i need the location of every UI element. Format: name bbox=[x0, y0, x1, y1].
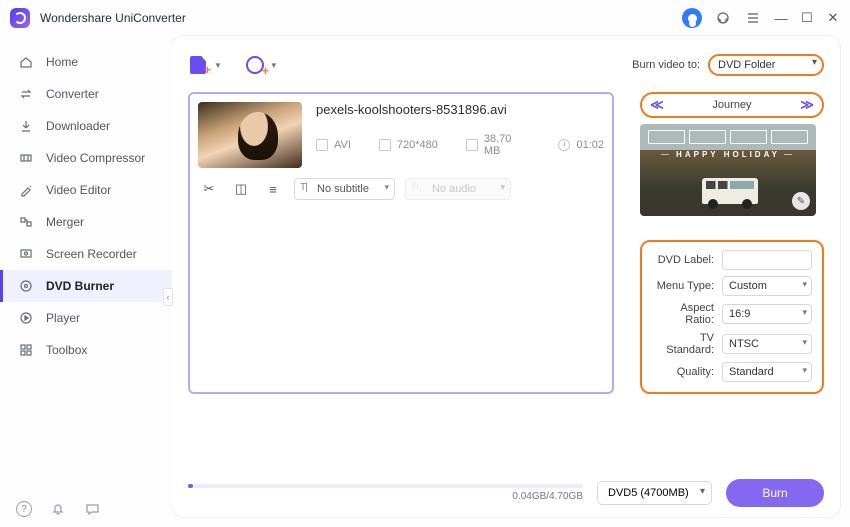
sidebar-item-label: Downloader bbox=[46, 119, 110, 133]
add-disc-button[interactable] bbox=[244, 54, 266, 76]
file-size: 38.70 MB bbox=[484, 133, 531, 157]
template-name: Journey bbox=[712, 99, 751, 111]
sidebar-item-label: Player bbox=[46, 311, 80, 325]
burn-to-select[interactable]: DVD Folder bbox=[708, 54, 824, 76]
sidebar-item-label: Merger bbox=[46, 215, 84, 229]
aspect-ratio-label: Aspect Ratio: bbox=[652, 302, 714, 326]
burn-to-label: Burn video to: bbox=[632, 59, 700, 71]
template-prev-button[interactable]: ≪ bbox=[650, 97, 664, 113]
footer: 0.04GB/4.70GB DVD5 (4700MB) Burn bbox=[188, 469, 824, 507]
feedback-icon[interactable] bbox=[84, 501, 100, 517]
trim-icon[interactable]: ✂ bbox=[202, 182, 216, 196]
sidebar-item-label: Converter bbox=[46, 87, 99, 101]
main-panel: ▼ ▼ Burn video to: DVD Folder pexels-koo… bbox=[172, 36, 840, 517]
titlebar: Wondershare UniConverter — ☐ ✕ bbox=[0, 0, 850, 36]
sidebar-item-toolbox[interactable]: Toolbox bbox=[0, 334, 172, 366]
template-caption: HAPPY HOLIDAY bbox=[640, 150, 816, 159]
sidebar-item-compressor[interactable]: Video Compressor bbox=[0, 142, 172, 174]
tv-standard-label: TV Standard: bbox=[652, 332, 714, 356]
recorder-icon bbox=[18, 246, 34, 262]
progress-bar bbox=[188, 484, 583, 488]
notification-icon[interactable] bbox=[50, 501, 66, 517]
template-edit-button[interactable]: ✎ bbox=[792, 192, 810, 210]
converter-icon bbox=[18, 86, 34, 102]
progress-text: 0.04GB/4.70GB bbox=[512, 491, 583, 502]
toolbar: ▼ ▼ Burn video to: DVD Folder bbox=[188, 48, 824, 82]
audio-select[interactable]: No audio bbox=[405, 178, 511, 200]
size-icon bbox=[466, 139, 478, 151]
app-logo bbox=[10, 8, 30, 28]
menu-type-select[interactable]: Custom bbox=[722, 276, 812, 296]
sidebar-item-label: Screen Recorder bbox=[46, 247, 137, 261]
duration-icon bbox=[558, 139, 570, 151]
minimize-button[interactable]: — bbox=[774, 11, 788, 25]
file-duration: 01:02 bbox=[576, 139, 604, 151]
account-avatar[interactable] bbox=[682, 8, 702, 28]
template-preview[interactable]: HAPPY HOLIDAY ✎ bbox=[640, 124, 816, 216]
more-icon[interactable]: ≡ bbox=[266, 182, 280, 196]
format-icon bbox=[316, 139, 328, 151]
sidebar-item-label: Toolbox bbox=[46, 343, 87, 357]
sidebar-item-player[interactable]: Player bbox=[0, 302, 172, 334]
burn-settings: DVD Label: Menu Type: Custom Aspect Ratio… bbox=[640, 240, 824, 394]
editor-icon bbox=[18, 182, 34, 198]
file-card: pexels-koolshooters-8531896.avi AVI 720*… bbox=[188, 92, 614, 394]
template-next-button[interactable]: ≫ bbox=[800, 97, 814, 113]
collapse-sidebar-button[interactable]: ‹ bbox=[163, 288, 173, 306]
template-nav: ≪ Journey ≫ bbox=[640, 92, 824, 118]
app-title: Wondershare UniConverter bbox=[40, 11, 186, 25]
dvd-label-input[interactable] bbox=[722, 250, 812, 270]
quality-label: Quality: bbox=[677, 366, 714, 378]
play-icon bbox=[18, 310, 34, 326]
add-file-dropdown[interactable]: ▼ bbox=[214, 61, 222, 70]
sidebar-item-dvdburner[interactable]: DVD Burner bbox=[0, 270, 172, 302]
help-icon[interactable]: ? bbox=[16, 501, 32, 517]
aspect-ratio-select[interactable]: 16:9 bbox=[722, 304, 812, 324]
subtitle-select[interactable]: No subtitle bbox=[294, 178, 395, 200]
toolbox-icon bbox=[18, 342, 34, 358]
file-resolution: 720*480 bbox=[397, 139, 438, 151]
close-button[interactable]: ✕ bbox=[826, 11, 840, 25]
burn-button[interactable]: Burn bbox=[726, 479, 824, 507]
sidebar: Home Converter Downloader Video Compress… bbox=[0, 36, 172, 527]
menu-type-label: Menu Type: bbox=[657, 280, 714, 292]
dvd-label-label: DVD Label: bbox=[658, 254, 714, 266]
sidebar-item-home[interactable]: Home bbox=[0, 46, 172, 78]
download-icon bbox=[18, 118, 34, 134]
sidebar-item-downloader[interactable]: Downloader bbox=[0, 110, 172, 142]
sidebar-item-label: DVD Burner bbox=[46, 279, 114, 293]
video-thumbnail[interactable] bbox=[198, 102, 302, 168]
quality-select[interactable]: Standard bbox=[722, 362, 812, 382]
menu-icon[interactable] bbox=[744, 9, 762, 27]
crop-icon[interactable]: ◫ bbox=[234, 182, 248, 196]
merger-icon bbox=[18, 214, 34, 230]
disc-size-select[interactable]: DVD5 (4700MB) bbox=[597, 481, 712, 505]
tv-standard-select[interactable]: NTSC bbox=[722, 334, 812, 354]
sidebar-item-recorder[interactable]: Screen Recorder bbox=[0, 238, 172, 270]
home-icon bbox=[18, 54, 34, 70]
maximize-button[interactable]: ☐ bbox=[800, 11, 814, 25]
resolution-icon bbox=[379, 139, 391, 151]
sidebar-item-label: Video Editor bbox=[46, 183, 111, 197]
sidebar-item-merger[interactable]: Merger bbox=[0, 206, 172, 238]
add-file-button[interactable] bbox=[188, 54, 210, 76]
compressor-icon bbox=[18, 150, 34, 166]
support-icon[interactable] bbox=[714, 9, 732, 27]
sidebar-item-label: Video Compressor bbox=[46, 151, 145, 165]
disc-icon bbox=[18, 278, 34, 294]
file-name: pexels-koolshooters-8531896.avi bbox=[316, 102, 604, 117]
sidebar-item-label: Home bbox=[46, 55, 78, 69]
add-disc-dropdown[interactable]: ▼ bbox=[270, 61, 278, 70]
file-format: AVI bbox=[334, 139, 351, 151]
sidebar-item-converter[interactable]: Converter bbox=[0, 78, 172, 110]
sidebar-item-editor[interactable]: Video Editor bbox=[0, 174, 172, 206]
